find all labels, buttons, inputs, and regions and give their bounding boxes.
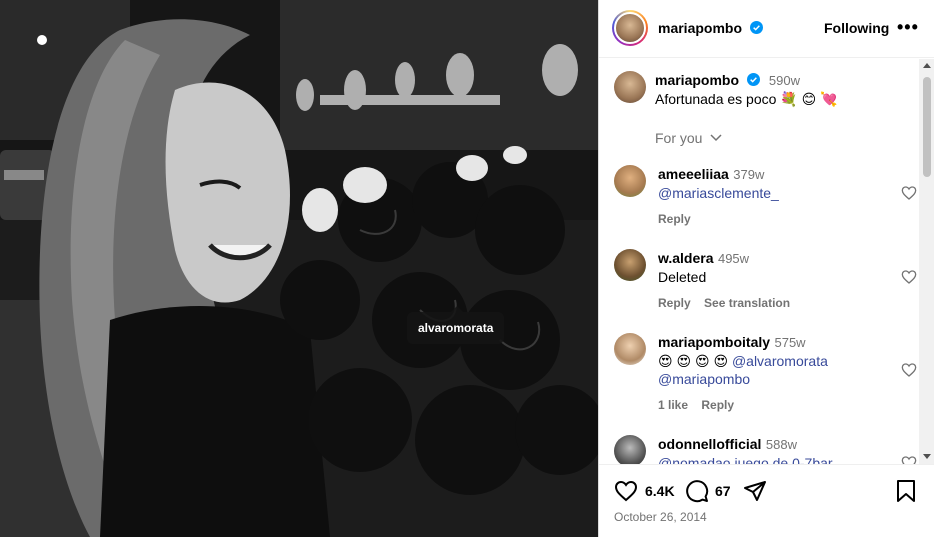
- commenter-username[interactable]: ameeeliiaa: [658, 166, 729, 182]
- post-details-panel: mariapombo Following ••• mariapombo 590w…: [598, 0, 934, 537]
- comment-text: @nomadao juego de 0-7bar: [658, 455, 833, 464]
- post-photo[interactable]: alvaromorata: [0, 0, 598, 537]
- likes-count[interactable]: 6.4K: [645, 483, 675, 499]
- more-options-icon[interactable]: •••: [897, 17, 919, 38]
- caption-head: mariapombo 590w: [655, 72, 800, 90]
- author-avatar[interactable]: [612, 10, 648, 46]
- reply-button[interactable]: Reply: [658, 212, 691, 226]
- caption-avatar[interactable]: [614, 71, 646, 103]
- scroll-up-arrow[interactable]: [923, 63, 931, 68]
- verified-icon: [747, 73, 761, 86]
- action-bar: 6.4K 67 October 26, 2014: [599, 464, 934, 537]
- comment-time[interactable]: 379w: [733, 167, 764, 182]
- like-comment-icon[interactable]: [901, 269, 917, 285]
- post-header: mariapombo Following •••: [599, 0, 934, 58]
- verified-icon: [749, 21, 763, 34]
- comment-text: 😍 😍 😍 😍 @alvaromorata: [658, 352, 828, 370]
- commenter-username[interactable]: odonnellofficial: [658, 436, 761, 452]
- photo-illustration: [0, 0, 598, 537]
- comment-likes[interactable]: 1 like: [658, 398, 688, 412]
- like-comment-icon[interactable]: [901, 362, 917, 378]
- comment-actions: Reply See translation: [658, 296, 790, 310]
- comment-actions: 1 like Reply: [658, 398, 734, 412]
- caption-text: Afortunada es poco 💐 😊 💘: [655, 91, 838, 107]
- comment-time[interactable]: 495w: [718, 251, 749, 266]
- comment-mention[interactable]: @mariapombo: [658, 370, 750, 388]
- comment-icon[interactable]: [685, 479, 709, 503]
- scroll-down-arrow[interactable]: [923, 454, 931, 459]
- comments-list[interactable]: mariapombo 590w Afortunada es poco 💐 😊 💘…: [599, 59, 934, 464]
- for-you-label: For you: [655, 130, 703, 146]
- reply-button[interactable]: Reply: [701, 398, 734, 412]
- reply-button[interactable]: Reply: [658, 296, 691, 310]
- post-date[interactable]: October 26, 2014: [614, 510, 707, 524]
- following-button[interactable]: Following: [824, 20, 889, 36]
- comment-mention[interactable]: @mariasclemente_: [658, 184, 779, 202]
- share-icon[interactable]: [743, 479, 767, 503]
- comment-time[interactable]: 575w: [774, 335, 805, 350]
- for-you-filter[interactable]: For you: [655, 130, 722, 146]
- like-comment-icon[interactable]: [901, 185, 917, 201]
- commenter-avatar[interactable]: [614, 249, 646, 281]
- commenter-avatar[interactable]: [614, 165, 646, 197]
- commenter-username[interactable]: w.aldera: [658, 250, 714, 266]
- author-username-row: mariapombo: [658, 20, 763, 36]
- chevron-down-icon: [710, 134, 722, 142]
- comment-emoji: 😍 😍 😍 😍: [658, 353, 729, 369]
- caption-time[interactable]: 590w: [769, 73, 800, 88]
- caption-username[interactable]: mariapombo: [655, 72, 739, 88]
- commenter-avatar[interactable]: [614, 435, 646, 464]
- comment-text: Deleted: [658, 269, 707, 285]
- comments-count[interactable]: 67: [715, 483, 731, 499]
- scroll-thumb[interactable]: [923, 77, 931, 177]
- comment-time[interactable]: 588w: [766, 437, 797, 452]
- see-translation-button[interactable]: See translation: [704, 296, 790, 310]
- author-username[interactable]: mariapombo: [658, 20, 742, 36]
- user-tag-bubble[interactable]: alvaromorata: [407, 306, 505, 344]
- commenter-avatar[interactable]: [614, 333, 646, 365]
- heart-icon[interactable]: [613, 479, 639, 503]
- like-comment-icon[interactable]: [901, 455, 917, 464]
- comments-scrollbar[interactable]: [919, 59, 934, 464]
- comment-mention[interactable]: @alvaromorata: [732, 353, 828, 369]
- commenter-username[interactable]: mariapomboitaly: [658, 334, 770, 350]
- bookmark-icon[interactable]: [896, 479, 916, 503]
